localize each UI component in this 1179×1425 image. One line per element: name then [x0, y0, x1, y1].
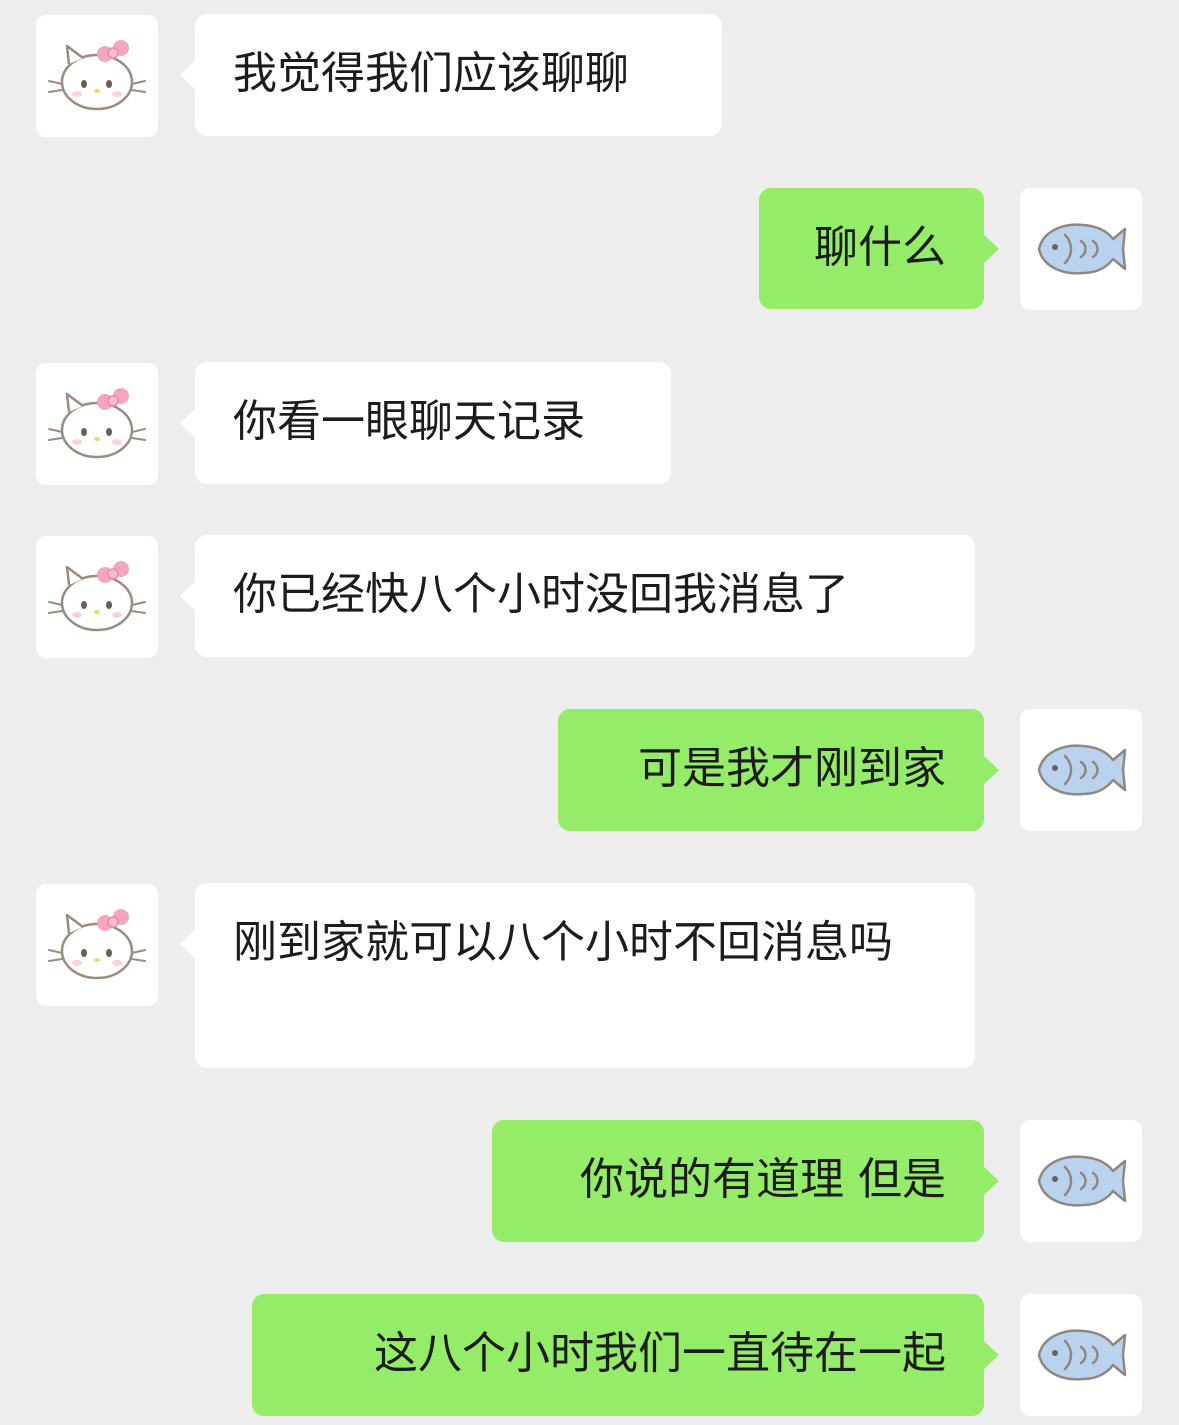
message-text: 你已经快八个小时没回我消息了	[233, 569, 849, 620]
message-text: 这八个小时我们一直待在一起	[374, 1328, 946, 1379]
message-bubble-sent[interactable]: 这八个小时我们一直待在一起	[252, 1294, 999, 1416]
chat-area: 我觉得我们应该聊聊 聊什么 你看一眼聊天记录 你已经快八个小时没回我消息了 可是…	[0, 0, 1179, 1425]
fish-icon	[1037, 223, 1127, 275]
contact-avatar[interactable]	[36, 884, 158, 1006]
message-text: 你说的有道理 但是	[580, 1154, 946, 1205]
message-text: 聊什么	[814, 222, 946, 273]
self-avatar[interactable]	[1020, 1120, 1142, 1242]
message-bubble-received[interactable]: 我觉得我们应该聊聊	[180, 14, 722, 136]
self-avatar[interactable]	[1020, 1294, 1142, 1416]
contact-avatar[interactable]	[36, 363, 158, 485]
contact-avatar[interactable]	[36, 15, 158, 137]
fish-icon	[1037, 1329, 1127, 1381]
hello-kitty-icon	[48, 40, 146, 111]
message-bubble-sent[interactable]: 你说的有道理 但是	[492, 1120, 999, 1242]
message-text: 可是我才刚到家	[638, 743, 946, 794]
hello-kitty-icon	[48, 909, 146, 980]
message-text: 我觉得我们应该聊聊	[233, 48, 629, 99]
message-bubble-received[interactable]: 你已经快八个小时没回我消息了	[180, 535, 975, 657]
contact-avatar[interactable]	[36, 536, 158, 658]
self-avatar[interactable]	[1020, 188, 1142, 310]
message-text: 刚到家就可以八个小时不回消息吗	[233, 917, 893, 968]
message-bubble-received[interactable]: 刚到家就可以八个小时不回消息吗	[180, 883, 975, 1068]
hello-kitty-icon	[48, 388, 146, 459]
fish-icon	[1037, 1155, 1127, 1207]
message-bubble-sent[interactable]: 可是我才刚到家	[558, 709, 999, 831]
fish-icon	[1037, 744, 1127, 796]
message-bubble-received[interactable]: 你看一眼聊天记录	[180, 362, 671, 484]
self-avatar[interactable]	[1020, 709, 1142, 831]
message-bubble-sent[interactable]: 聊什么	[759, 188, 999, 309]
message-text: 你看一眼聊天记录	[233, 396, 585, 447]
hello-kitty-icon	[48, 561, 146, 632]
